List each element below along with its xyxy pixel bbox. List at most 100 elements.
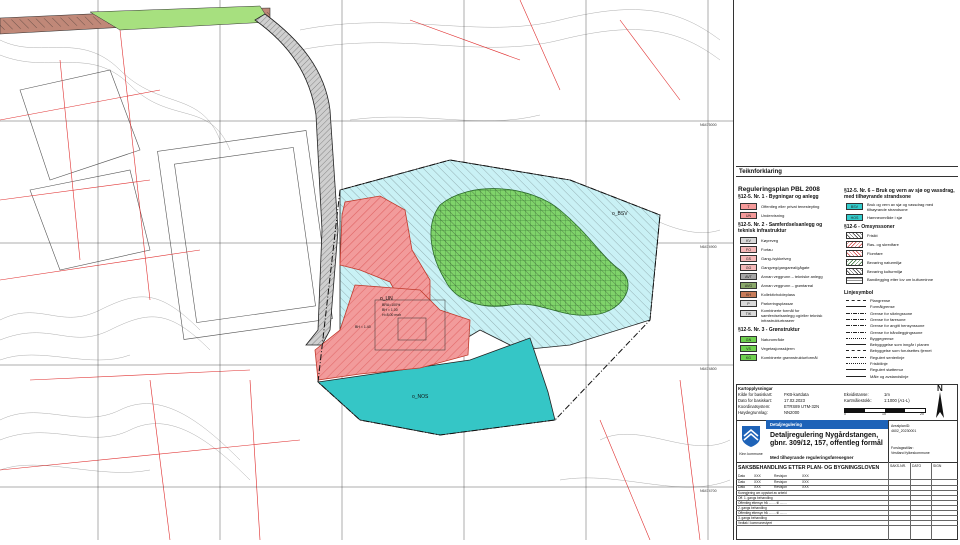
arealplan-label: ArealplanID: [891, 424, 911, 428]
swatch-gg: GG [740, 264, 757, 271]
line-symbol-label: Formålgrense [870, 304, 895, 310]
kommune-name: Kinn kommune [739, 452, 763, 456]
swatch-un: UN [740, 212, 757, 219]
line-symbol-sample [846, 344, 866, 346]
col-sign: SIGN [933, 464, 942, 468]
zone-note-2: BH = 1.00 [382, 308, 398, 312]
table-rule [736, 525, 958, 527]
table-rule [736, 479, 958, 480]
access-road [254, 13, 339, 346]
swatch-kultur [846, 268, 863, 275]
map-info-key-2: Dato for basiskart: [738, 398, 772, 403]
map-info-val-4: NN2000 [784, 410, 800, 415]
arealplan-id: 4602_20230001 [891, 429, 917, 433]
map-info-key-1: Kilde for basiskart: [738, 392, 773, 397]
swatch-t: T [740, 203, 757, 210]
legend-item-vs: Vegetasjonsskjerm [761, 346, 795, 351]
line-symbol-label: Grense for båndleggingssone [870, 329, 923, 335]
label-zone-bsv: o_BSV [612, 211, 628, 217]
divider-3 [736, 462, 958, 463]
line-symbol-label: Byggegrense [870, 335, 894, 341]
map-info-val-3: ETRS89 UTM-32N [784, 404, 820, 409]
map-info-key-4: Høydegrunnlag: [738, 410, 768, 415]
process-row: Offentleg ettersyn frå ........ til ....… [738, 500, 787, 505]
map-info-val-1: FKB-kartdata [784, 392, 809, 397]
legend-item-ras: Ras- og skredfare [867, 242, 899, 247]
map-info-key-3: Koordinatsystem: [738, 404, 771, 409]
table-column-rule [888, 462, 889, 540]
swatch-gn: GN [740, 336, 757, 343]
map-info-val-5: 1m [884, 392, 890, 397]
kartopplysningar-heading: Kartopplysningar [738, 386, 773, 391]
revision-cell: XXX [802, 485, 809, 489]
forslagsstillar-label: Forslagsstillar: [891, 446, 914, 450]
legend-item-bsv: Bruk og vern av sjø og vassdrag med tilh… [867, 202, 934, 212]
legend-item-un: Undervisning [761, 213, 785, 218]
revision-cell: Revisjon [774, 479, 788, 484]
process-row: Off. 1. gangs behandling [738, 495, 773, 500]
legend-section-6: §12-5. Nr. 6 – Bruk og vern av sjø og va… [844, 188, 955, 200]
line-symbol-label: Bebygggelse som inngår i planen [870, 342, 930, 348]
revision-cell: Dato [738, 474, 746, 478]
process-row: 3. gangs behandling [738, 515, 767, 520]
map-canvas[interactable]: o_BSV o_UN o_NOS BRA=100% BH = 1.00 H=8.… [0, 0, 733, 541]
col-saks-nr: SAKS-NR. [890, 464, 907, 468]
legend-item-gs: Gang-/sykkelveg [761, 256, 791, 261]
swatch-avg: AVG [740, 282, 757, 289]
zoning-plan-map: o_BSV o_UN o_NOS BRA=100% BH = 1.00 H=8.… [0, 0, 733, 541]
line-symbol-sample [846, 325, 866, 327]
revision-cell: XXX [802, 479, 809, 484]
line-symbol-sample [846, 356, 866, 358]
line-symbol-sample [846, 350, 866, 352]
table-rule [736, 484, 958, 486]
coord-label-4: N6474700 [700, 489, 717, 493]
table-rule [736, 505, 958, 507]
process-row: Kunngjering om oppstart av arbeid [738, 490, 787, 495]
north-label: N [937, 384, 943, 393]
legend-section-lines: Linjesymbol [844, 290, 874, 296]
process-row: Offentleg ettersyn frå ........ til ....… [738, 510, 787, 515]
zone-note-1: BRA=100% [382, 303, 400, 307]
label-zone-nos: o_NOS [412, 394, 429, 400]
line-symbol-label: Bebyggelse som forutsettes fjernet [870, 348, 932, 354]
swatch-p: P [740, 300, 757, 307]
legend-item-p: Parkeringsplassar [761, 301, 794, 306]
label-zone-un: o_UN [380, 296, 393, 302]
line-symbol-sample [846, 300, 866, 301]
process-row: 2. gangs behandling [738, 505, 767, 510]
map-info-key-6: Kartmålestokk: [844, 398, 872, 403]
zone-note-4: BH = 1.40 [355, 325, 371, 329]
line-symbol-sample [846, 337, 866, 339]
revision-cell: XXX [754, 474, 761, 478]
scale-tick-1: 10 [882, 412, 886, 416]
legend-item-kv: Køyreveg [761, 238, 779, 243]
map-info-key-5: Ekvidistanse: [844, 392, 869, 397]
swatch-bsv: BSV [846, 203, 863, 210]
line-symbol-label: Grense for angitt hensynssone [870, 323, 925, 329]
map-info-val-6: 1:1000 (A1-L) [884, 398, 910, 403]
line-symbol-sample [846, 318, 866, 320]
swatch-vs: VS [740, 345, 757, 352]
legend-item-avt: Annan veggrunn – tekniske anlegg [761, 274, 823, 279]
line-symbol-label: Plangrense [870, 298, 891, 303]
swatch-ras [846, 241, 863, 248]
legend-item-fo: Fortau [761, 247, 773, 252]
zone-note-3: H=8.00 moh [382, 313, 401, 317]
plan-title: Detaljregulering Nygårdstangen, gbnr. 30… [770, 432, 883, 447]
legend-item-frisikt: Frisikt [867, 233, 878, 238]
process-row: Vedtak i kommunestyret [738, 520, 773, 525]
line-symbol-sample [846, 331, 866, 333]
divider-2 [888, 420, 889, 462]
legend-item-avg: Annan veggrunn – grøntareal [761, 283, 814, 288]
legend-section-3: §12-5. Nr. 3 - Grønstruktur [738, 327, 800, 333]
legend-item-tik: Kombinerte formål for samferdselsanlegg … [761, 308, 823, 323]
legend-item-kh: Kollektivholdeplass [761, 292, 796, 297]
line-symbol-label: Regulert senterlinje [870, 354, 905, 360]
coord-label-3: N6474800 [700, 367, 717, 371]
swatch-natur [846, 259, 863, 266]
swatch-kh: KH [740, 291, 757, 298]
swatch-kg: KG [740, 354, 757, 361]
line-symbol-label: Måle og avstandslinje [870, 373, 909, 379]
legend-section-omsyn: §12-6 - Omsynssoner [844, 224, 895, 230]
legend-section-1: §12-5. Nr. 1 - Bygningar og anlegg [738, 194, 819, 200]
